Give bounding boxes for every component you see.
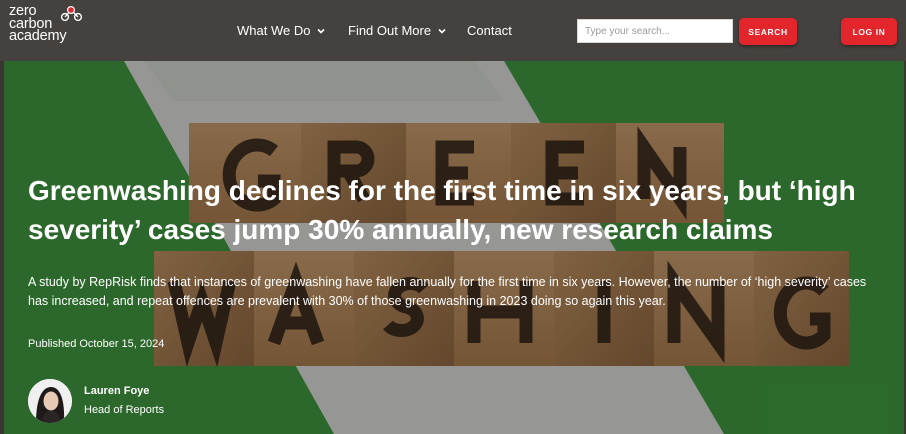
- nav-item-label: Find Out More: [348, 23, 432, 38]
- author-name[interactable]: Lauren Foye: [84, 385, 149, 397]
- logo-text-line: academy: [9, 28, 67, 44]
- nav-item-what-we-do[interactable]: What We Do: [237, 23, 326, 38]
- molecule-icon: [60, 5, 83, 22]
- chevron-down-icon: [438, 28, 446, 34]
- article-lede: A study by RepRisk finds that instances …: [28, 275, 867, 308]
- author-avatar[interactable]: [28, 379, 72, 423]
- published-date: Published October 15, 2024: [28, 338, 165, 350]
- search-button[interactable]: SEARCH: [739, 18, 797, 45]
- site-logo[interactable]: zero carbon academy: [9, 4, 83, 49]
- hero-banner: Greenwashing declines for the first time…: [4, 61, 904, 434]
- author-role: Head of Reports: [84, 404, 165, 416]
- site-header: zero carbon academy What We Do Find Out …: [0, 0, 906, 61]
- nav-item-label: Contact: [467, 23, 512, 38]
- nav-item-label: What We Do: [237, 23, 311, 38]
- chevron-down-icon: [317, 28, 326, 34]
- article-headline: Greenwashing declines for the first time…: [28, 175, 856, 245]
- search-input[interactable]: [577, 19, 733, 43]
- author-portrait-icon: [28, 379, 72, 423]
- nav-item-find-out-more[interactable]: Find Out More: [348, 23, 447, 38]
- login-button[interactable]: LOG IN: [841, 18, 897, 45]
- nav-item-contact[interactable]: Contact: [467, 23, 512, 38]
